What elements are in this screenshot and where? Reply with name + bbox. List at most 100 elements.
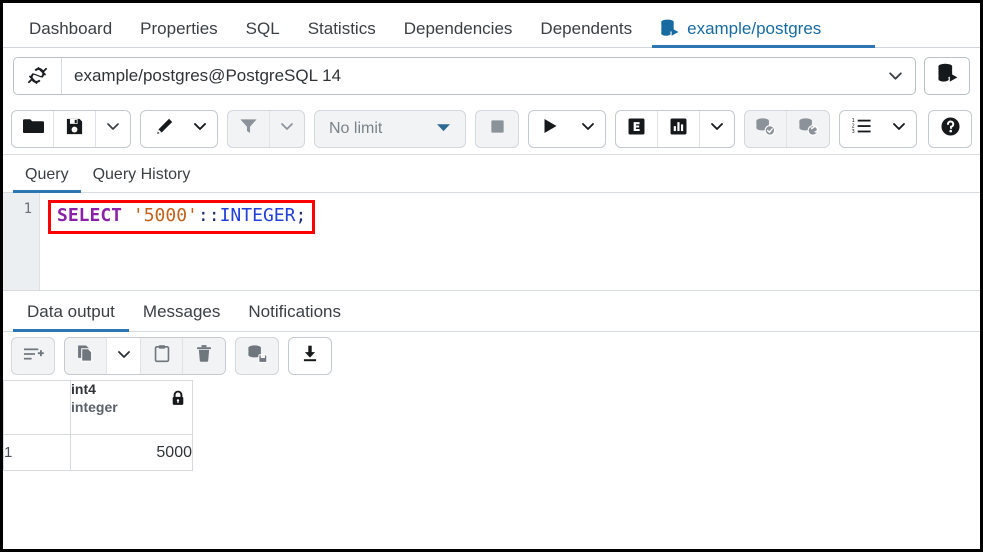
tab-notifications[interactable]: Notifications (234, 302, 355, 331)
tab-data-output[interactable]: Data output (13, 302, 129, 332)
rollback-database-icon (798, 117, 819, 141)
folder-icon (22, 117, 44, 140)
help-group (928, 109, 972, 148)
tab-dependencies-label: Dependencies (403, 19, 513, 38)
column-header-int4[interactable]: int4 integer (70, 380, 193, 435)
tab-dependents-label: Dependents (540, 19, 633, 38)
chevron-down-icon (279, 118, 295, 139)
grid-header-row: int4 integer (3, 380, 193, 435)
chevron-down-icon (192, 118, 208, 139)
tab-query-tool-example-postgres[interactable]: example/postgres (646, 19, 876, 48)
result-grid: int4 integer 1 5000 (3, 380, 193, 471)
transaction-group (744, 109, 830, 148)
tab-query-history-label: Query History (92, 166, 191, 183)
filter-group (227, 109, 305, 148)
tab-query-history[interactable]: Query History (81, 166, 203, 192)
explain-analyze-button[interactable] (658, 110, 700, 147)
paste-clipboard-icon (153, 344, 171, 368)
execute-dropdown[interactable] (571, 111, 605, 147)
edit-button[interactable] (141, 111, 183, 147)
download-results-button[interactable] (289, 338, 331, 374)
filter-dropdown[interactable] (270, 111, 304, 147)
add-row-button[interactable] (12, 338, 54, 374)
edit-dropdown[interactable] (183, 111, 217, 147)
lock-icon (171, 390, 185, 406)
connected-plug-icon (14, 57, 62, 94)
sql-terminator: ; (295, 205, 307, 226)
commit-database-icon (755, 117, 776, 141)
row-limit-select[interactable]: No limit (314, 109, 466, 148)
pencil-icon (155, 117, 174, 141)
tab-query-label: Query (25, 166, 69, 183)
download-icon (301, 344, 319, 368)
tab-messages[interactable]: Messages (129, 302, 234, 331)
save-data-changes-icon (247, 344, 268, 368)
chevron-down-icon (891, 118, 907, 139)
query-panel-tabs: Query Query History (3, 155, 980, 193)
save-file-dropdown[interactable] (96, 111, 130, 147)
sql-type-integer: INTEGER (219, 205, 296, 226)
tab-sql[interactable]: SQL (232, 20, 294, 47)
tab-dashboard[interactable]: Dashboard (15, 20, 126, 47)
help-button[interactable] (929, 111, 971, 147)
execute-group (528, 109, 606, 148)
paste-button[interactable] (141, 338, 183, 374)
download-group (288, 337, 332, 375)
stop-query-button[interactable] (476, 111, 518, 147)
tab-query[interactable]: Query (13, 166, 81, 193)
database-play-icon (660, 19, 679, 37)
copy-group (64, 337, 226, 375)
copy-button[interactable] (65, 338, 107, 374)
open-file-button[interactable] (12, 110, 54, 147)
svg-text:3: 3 (851, 129, 854, 135)
tab-statistics-label: Statistics (307, 19, 376, 38)
commit-button[interactable] (745, 110, 787, 147)
explain-button[interactable] (616, 110, 658, 147)
macros-dropdown[interactable] (882, 111, 916, 147)
copy-dropdown[interactable] (107, 338, 141, 374)
explain-dropdown[interactable] (700, 111, 734, 147)
tab-sql-label: SQL (245, 19, 280, 38)
chevron-down-icon[interactable] (875, 58, 915, 94)
connection-string: example/postgres@PostgreSQL 14 (74, 65, 342, 85)
database-play-icon (937, 63, 958, 88)
explain-group (615, 109, 735, 148)
tab-statistics[interactable]: Statistics (294, 20, 390, 47)
object-tab-bar: Dashboard Properties SQL Statistics Depe… (3, 3, 980, 48)
macros-button[interactable]: 1 2 3 (840, 111, 882, 147)
add-row-group (11, 337, 55, 375)
tab-dependents[interactable]: Dependents (526, 20, 646, 47)
connection-selector[interactable]: example/postgres@PostgreSQL 14 (13, 56, 916, 95)
line-number: 1 (23, 201, 32, 217)
new-connection-button[interactable] (924, 56, 970, 95)
cell-int4[interactable]: 5000 (70, 434, 193, 471)
macros-list-icon: 1 2 3 (851, 117, 872, 140)
delete-row-button[interactable] (183, 338, 225, 374)
rollback-button[interactable] (787, 111, 829, 147)
table-row[interactable]: 1 5000 (3, 434, 193, 471)
filter-button[interactable] (228, 110, 270, 147)
explain-e-icon (627, 117, 646, 141)
chevron-down-icon (116, 346, 132, 367)
sql-statement-highlight: SELECT '5000'::INTEGER; (48, 200, 316, 235)
tab-properties[interactable]: Properties (126, 20, 231, 47)
save-data-changes-button[interactable] (236, 338, 278, 374)
sql-code-area[interactable]: SELECT '5000'::INTEGER; (40, 193, 980, 290)
query-tool-toolbar: No limit 1 2 3 (3, 103, 980, 155)
tab-properties-label: Properties (140, 19, 218, 38)
row-limit-label: No limit (329, 119, 383, 137)
row-number-cell: 1 (3, 434, 71, 471)
trash-icon (195, 344, 213, 368)
stop-square-icon (489, 118, 506, 140)
editor-gutter: 1 (3, 193, 40, 290)
sql-space (122, 205, 133, 226)
edit-group (140, 109, 218, 148)
result-grid-wrapper: int4 integer 1 5000 (3, 380, 980, 549)
tab-dependencies[interactable]: Dependencies (390, 20, 527, 47)
sql-editor[interactable]: 1 SELECT '5000'::INTEGER; (3, 193, 980, 290)
explain-chart-icon (669, 117, 688, 141)
tab-data-output-label: Data output (27, 302, 115, 321)
save-file-button[interactable] (54, 110, 96, 147)
result-grid-toolbar (3, 332, 980, 380)
execute-query-button[interactable] (529, 111, 571, 147)
